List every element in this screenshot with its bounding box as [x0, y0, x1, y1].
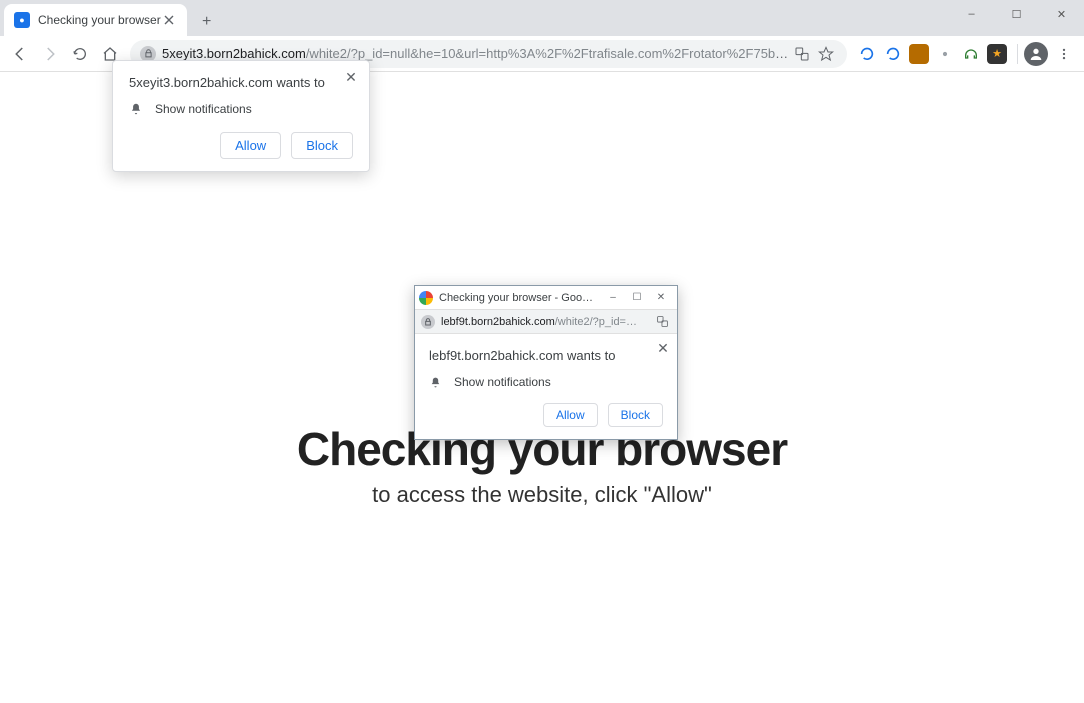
- mini-close-button[interactable]: ✕: [649, 288, 673, 308]
- dot-icon: [938, 47, 952, 61]
- url-text: 5xeyit3.born2bahick.com/white2/?p_id=nul…: [162, 46, 789, 61]
- mini-block-button[interactable]: Block: [608, 403, 663, 427]
- refresh-circle-icon: [885, 46, 901, 62]
- page-subheading: to access the website, click "Allow": [297, 482, 787, 508]
- extension-icon-5[interactable]: [961, 44, 981, 64]
- star-icon: [818, 46, 834, 62]
- vertical-dots-icon: [1057, 47, 1071, 61]
- popup-close-button[interactable]: ✕: [341, 67, 361, 87]
- popup-permission-text: Show notifications: [155, 102, 252, 116]
- person-icon: [1028, 46, 1044, 62]
- browser-tab[interactable]: ● Checking your browser: [4, 4, 187, 36]
- headphones-icon: [963, 46, 979, 62]
- reload-button[interactable]: [66, 40, 94, 68]
- mini-browser-window: Checking your browser - Goo… – ☐ ✕ lebf9…: [414, 285, 678, 440]
- mini-url-host: lebf9t.born2bahick.com: [441, 316, 555, 328]
- window-close-button[interactable]: ✕: [1039, 0, 1084, 28]
- back-button[interactable]: [6, 40, 34, 68]
- chrome-logo-icon: [419, 291, 433, 305]
- bell-icon: [129, 102, 143, 116]
- mini-translate-button[interactable]: [653, 313, 671, 331]
- extension-icon-4[interactable]: [935, 44, 955, 64]
- mini-titlebar: Checking your browser - Goo… – ☐ ✕: [415, 286, 677, 310]
- mini-url-text: lebf9t.born2bahick.com/white2/?p_id=…: [441, 316, 651, 328]
- extension-icon-1[interactable]: [857, 44, 877, 64]
- bell-icon: [429, 376, 442, 389]
- maximize-icon: ☐: [1012, 8, 1022, 21]
- allow-button[interactable]: Allow: [220, 132, 281, 159]
- tab-close-button[interactable]: [161, 12, 177, 28]
- extension-icon-6[interactable]: ★: [987, 44, 1007, 64]
- plus-icon: +: [202, 13, 211, 31]
- mini-popup-permission-text: Show notifications: [454, 375, 551, 389]
- window-controls: – ☐ ✕: [949, 0, 1084, 28]
- notification-permission-popup: ✕ 5xeyit3.born2bahick.com wants to Show …: [112, 60, 370, 172]
- extension-icon-3[interactable]: [909, 44, 929, 64]
- close-icon: ✕: [345, 69, 357, 86]
- mini-popup-close-button[interactable]: ✕: [653, 338, 673, 358]
- popup-origin-text: 5xeyit3.born2bahick.com wants to: [129, 75, 353, 90]
- profile-avatar-button[interactable]: [1024, 42, 1048, 66]
- reload-icon: [72, 46, 88, 62]
- mini-popup-origin-text: lebf9t.born2bahick.com wants to: [429, 348, 663, 363]
- window-maximize-button[interactable]: ☐: [994, 0, 1039, 28]
- maximize-icon: ☐: [633, 292, 642, 303]
- mini-popup-permission-row: Show notifications: [429, 375, 663, 389]
- extension-icon-2[interactable]: [883, 44, 903, 64]
- mini-address-bar[interactable]: lebf9t.born2bahick.com/white2/?p_id=…: [415, 310, 677, 334]
- bookmark-button[interactable]: [815, 43, 837, 65]
- url-path: /white2/?p_id=null&he=10&url=http%3A%2F%…: [306, 46, 789, 61]
- mini-maximize-button[interactable]: ☐: [625, 288, 649, 308]
- browser-menu-button[interactable]: [1050, 40, 1078, 68]
- url-host: 5xeyit3.born2bahick.com: [162, 46, 306, 61]
- translate-icon: [794, 46, 810, 62]
- mini-allow-button[interactable]: Allow: [543, 403, 598, 427]
- close-icon: [164, 15, 174, 25]
- mini-notification-popup: ✕ lebf9t.born2bahick.com wants to Show n…: [415, 334, 677, 439]
- arrow-left-icon: [11, 45, 29, 63]
- minimize-icon: –: [610, 292, 616, 303]
- mini-url-path: /white2/?p_id=…: [555, 316, 637, 328]
- lock-icon: [421, 315, 435, 329]
- mini-window-title: Checking your browser - Goo…: [439, 292, 601, 304]
- mini-popup-actions: Allow Block: [429, 403, 663, 427]
- forward-button[interactable]: [36, 40, 64, 68]
- close-icon: ✕: [1057, 8, 1066, 21]
- tab-favicon-icon: ●: [14, 12, 30, 28]
- refresh-circle-icon: [859, 46, 875, 62]
- extension-icons: ★: [853, 44, 1011, 64]
- block-button[interactable]: Block: [291, 132, 353, 159]
- tab-strip: ● Checking your browser +: [0, 0, 1084, 36]
- tab-title: Checking your browser: [38, 13, 161, 27]
- popup-permission-row: Show notifications: [129, 102, 353, 116]
- popup-actions: Allow Block: [129, 132, 353, 159]
- translate-icon: [656, 315, 669, 328]
- minimize-icon: –: [968, 8, 974, 20]
- mini-minimize-button[interactable]: –: [601, 288, 625, 308]
- translate-button[interactable]: [791, 43, 813, 65]
- window-minimize-button[interactable]: –: [949, 0, 994, 28]
- toolbar-divider: [1017, 44, 1018, 64]
- arrow-right-icon: [41, 45, 59, 63]
- new-tab-button[interactable]: +: [193, 8, 221, 36]
- close-icon: ✕: [657, 340, 669, 357]
- close-icon: ✕: [657, 292, 665, 303]
